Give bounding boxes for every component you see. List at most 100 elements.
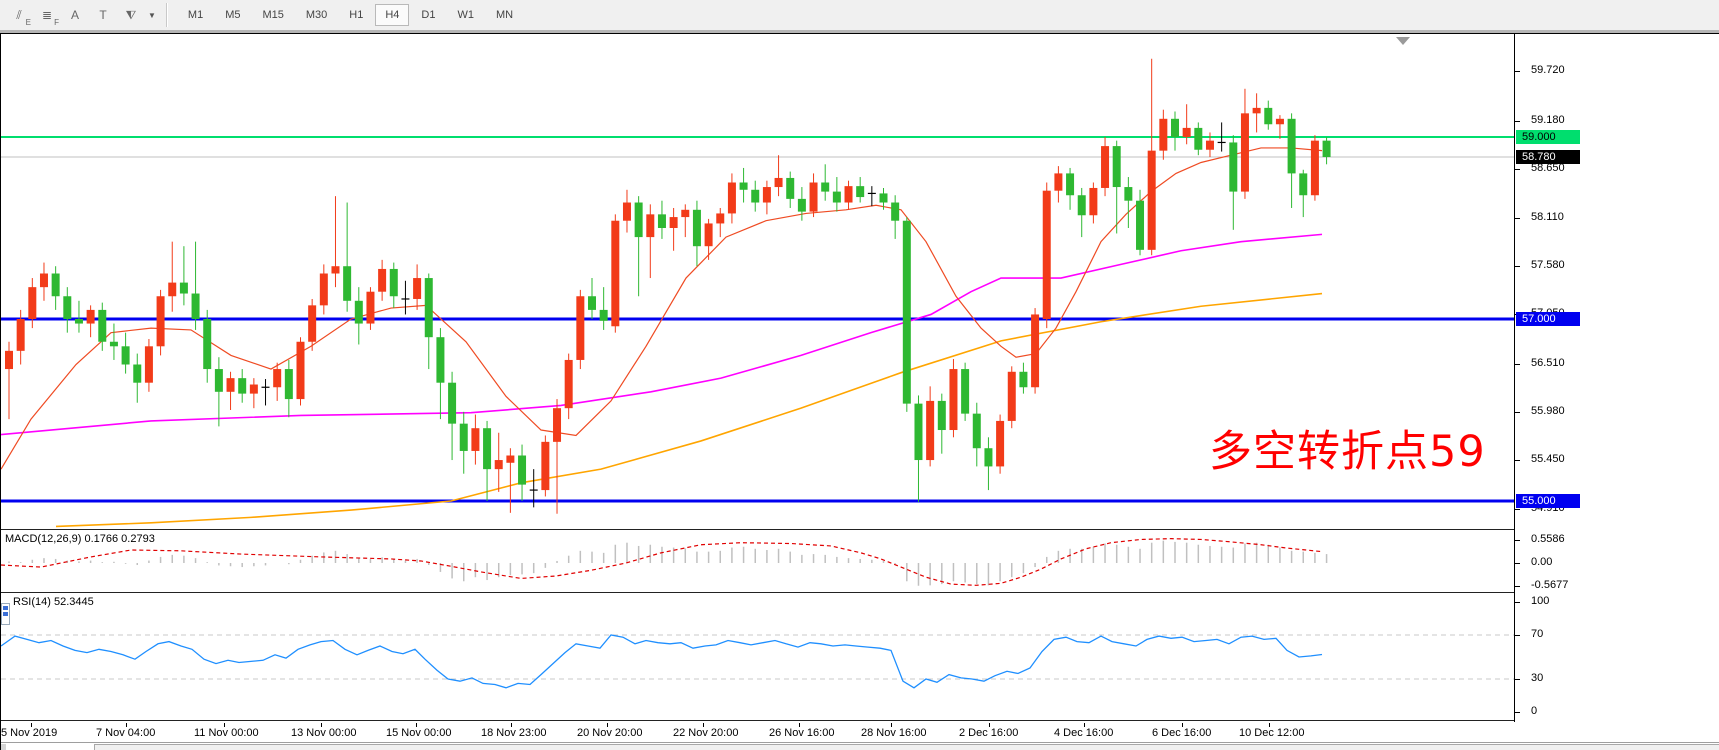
time-axis-label: 26 Nov 16:00	[769, 727, 834, 739]
axis-tick	[1515, 509, 1520, 510]
timeframe-button-m15[interactable]: M15	[252, 4, 293, 26]
candle-body	[483, 428, 491, 469]
candle-body	[1113, 146, 1121, 187]
toolbar-separator	[166, 3, 168, 27]
candle-body	[75, 319, 83, 324]
candle-body	[1124, 187, 1132, 201]
axis-tick	[1515, 679, 1520, 680]
timeframe-button-m5[interactable]: M5	[215, 4, 250, 26]
candle-body	[1159, 119, 1167, 151]
price-axis[interactable]: 59.72059.18058.65058.11057.58057.05056.5…	[1515, 34, 1719, 722]
candle-body	[1276, 119, 1284, 124]
candle-body	[611, 221, 619, 327]
candle-body	[52, 274, 60, 297]
macd-canvas[interactable]	[1, 532, 1514, 592]
candle-body	[740, 183, 748, 190]
timeframe-group: M1M5M15M30H1H4D1W1MN	[172, 0, 529, 30]
candle-body	[984, 448, 992, 466]
candle-body	[588, 296, 596, 310]
macd-pane[interactable]	[1, 532, 1514, 592]
horizontal-scrollbar	[1, 742, 1719, 750]
scrollbar-left-button[interactable]	[1, 744, 6, 750]
candle-body	[168, 283, 176, 297]
candle-body	[1008, 372, 1016, 421]
timeframe-button-w1[interactable]: W1	[447, 4, 484, 26]
candle-body	[1264, 108, 1272, 124]
candle-body	[1136, 201, 1144, 250]
axis-tick	[1515, 169, 1520, 170]
candle-body	[798, 199, 806, 212]
axis-tick	[1515, 364, 1520, 365]
candle-body	[5, 351, 13, 369]
candle-body	[635, 203, 643, 238]
candle-body	[763, 187, 771, 202]
arrows-icon[interactable]: ⧨	[118, 3, 144, 27]
candle-body	[705, 223, 713, 246]
candle-body	[436, 337, 444, 383]
candle-body	[1148, 151, 1156, 250]
timeframe-button-mn[interactable]: MN	[486, 4, 523, 26]
price-axis-label: 59.720	[1531, 64, 1565, 76]
rsi-canvas[interactable]	[1, 595, 1514, 720]
candle-body	[203, 319, 211, 369]
timeframe-button-m1[interactable]: M1	[178, 4, 213, 26]
candle-body	[681, 210, 689, 217]
equidistant-channel-icon[interactable]: ⫽E	[6, 3, 32, 27]
rsi-line	[1, 635, 1322, 688]
scrollbar-thumb[interactable]	[94, 744, 1719, 750]
candle-body	[471, 428, 479, 451]
rsi-axis-label: 30	[1531, 672, 1543, 684]
candle-body	[646, 214, 654, 237]
arrows-dropdown-icon[interactable]: ▼	[148, 11, 156, 20]
axis-tick	[1515, 412, 1520, 413]
mt4-window: ⫽E≣FAT⧨▼ M1M5M15M30H1H4D1W1MN ▲ USOil-,H…	[0, 0, 1719, 750]
candle-body	[1078, 195, 1086, 215]
candle-body	[506, 456, 514, 463]
macd-indicator-label: MACD(12,26,9) 0.1766 0.2793	[5, 533, 155, 545]
candle-body	[693, 210, 701, 246]
candle-body	[1066, 173, 1074, 195]
indicator-mini-icon[interactable]	[1, 603, 10, 625]
candles	[5, 59, 1331, 514]
timeframe-button-h1[interactable]: H1	[339, 4, 373, 26]
candle-body	[390, 269, 398, 296]
candle-body	[448, 383, 456, 424]
candle-body	[728, 183, 736, 214]
candle-body	[926, 401, 934, 460]
time-axis-label: 4 Dec 16:00	[1054, 727, 1113, 739]
candle-body	[1311, 141, 1319, 196]
chart-shift-icon[interactable]	[1396, 37, 1410, 45]
price-axis-highlight-label: 57.000	[1516, 312, 1580, 326]
macd-axis-label: 0.00	[1531, 556, 1552, 568]
candle-body	[40, 274, 48, 288]
candle-body	[553, 408, 561, 442]
price-axis-highlight-label: 58.780	[1516, 150, 1580, 164]
timeframe-button-h4[interactable]: H4	[375, 4, 409, 26]
candle-body	[320, 274, 328, 306]
rsi-pane[interactable]	[1, 595, 1514, 720]
candle-body	[227, 378, 235, 392]
candle-body	[903, 221, 911, 404]
timeframe-button-m30[interactable]: M30	[296, 4, 337, 26]
candle-body	[308, 305, 316, 341]
fibonacci-icon[interactable]: ≣F	[34, 3, 60, 27]
price-axis-label: 55.980	[1531, 405, 1565, 417]
time-axis[interactable]: 5 Nov 20197 Nov 04:0011 Nov 00:0013 Nov …	[1, 723, 1719, 743]
time-axis-label: 13 Nov 00:00	[291, 727, 356, 739]
timeframe-button-d1[interactable]: D1	[411, 4, 445, 26]
candle-body	[1299, 173, 1307, 195]
candle-body	[751, 190, 759, 203]
time-axis-label: 22 Nov 20:00	[673, 727, 738, 739]
candle-body	[1043, 191, 1051, 319]
candle-body	[460, 424, 468, 451]
text-icon[interactable]: A	[62, 3, 88, 27]
candle-body	[961, 369, 969, 414]
candle-body	[425, 278, 433, 337]
toolbar: ⫽E≣FAT⧨ ▼ M1M5M15M30H1H4D1W1MN	[0, 0, 1719, 33]
candle-body	[1253, 108, 1261, 113]
macd-axis-label: -0.5677	[1531, 579, 1568, 591]
candle-body	[495, 460, 503, 469]
candle-body	[238, 378, 246, 393]
text-label-icon[interactable]: T	[90, 3, 116, 27]
candle-body	[856, 186, 864, 197]
